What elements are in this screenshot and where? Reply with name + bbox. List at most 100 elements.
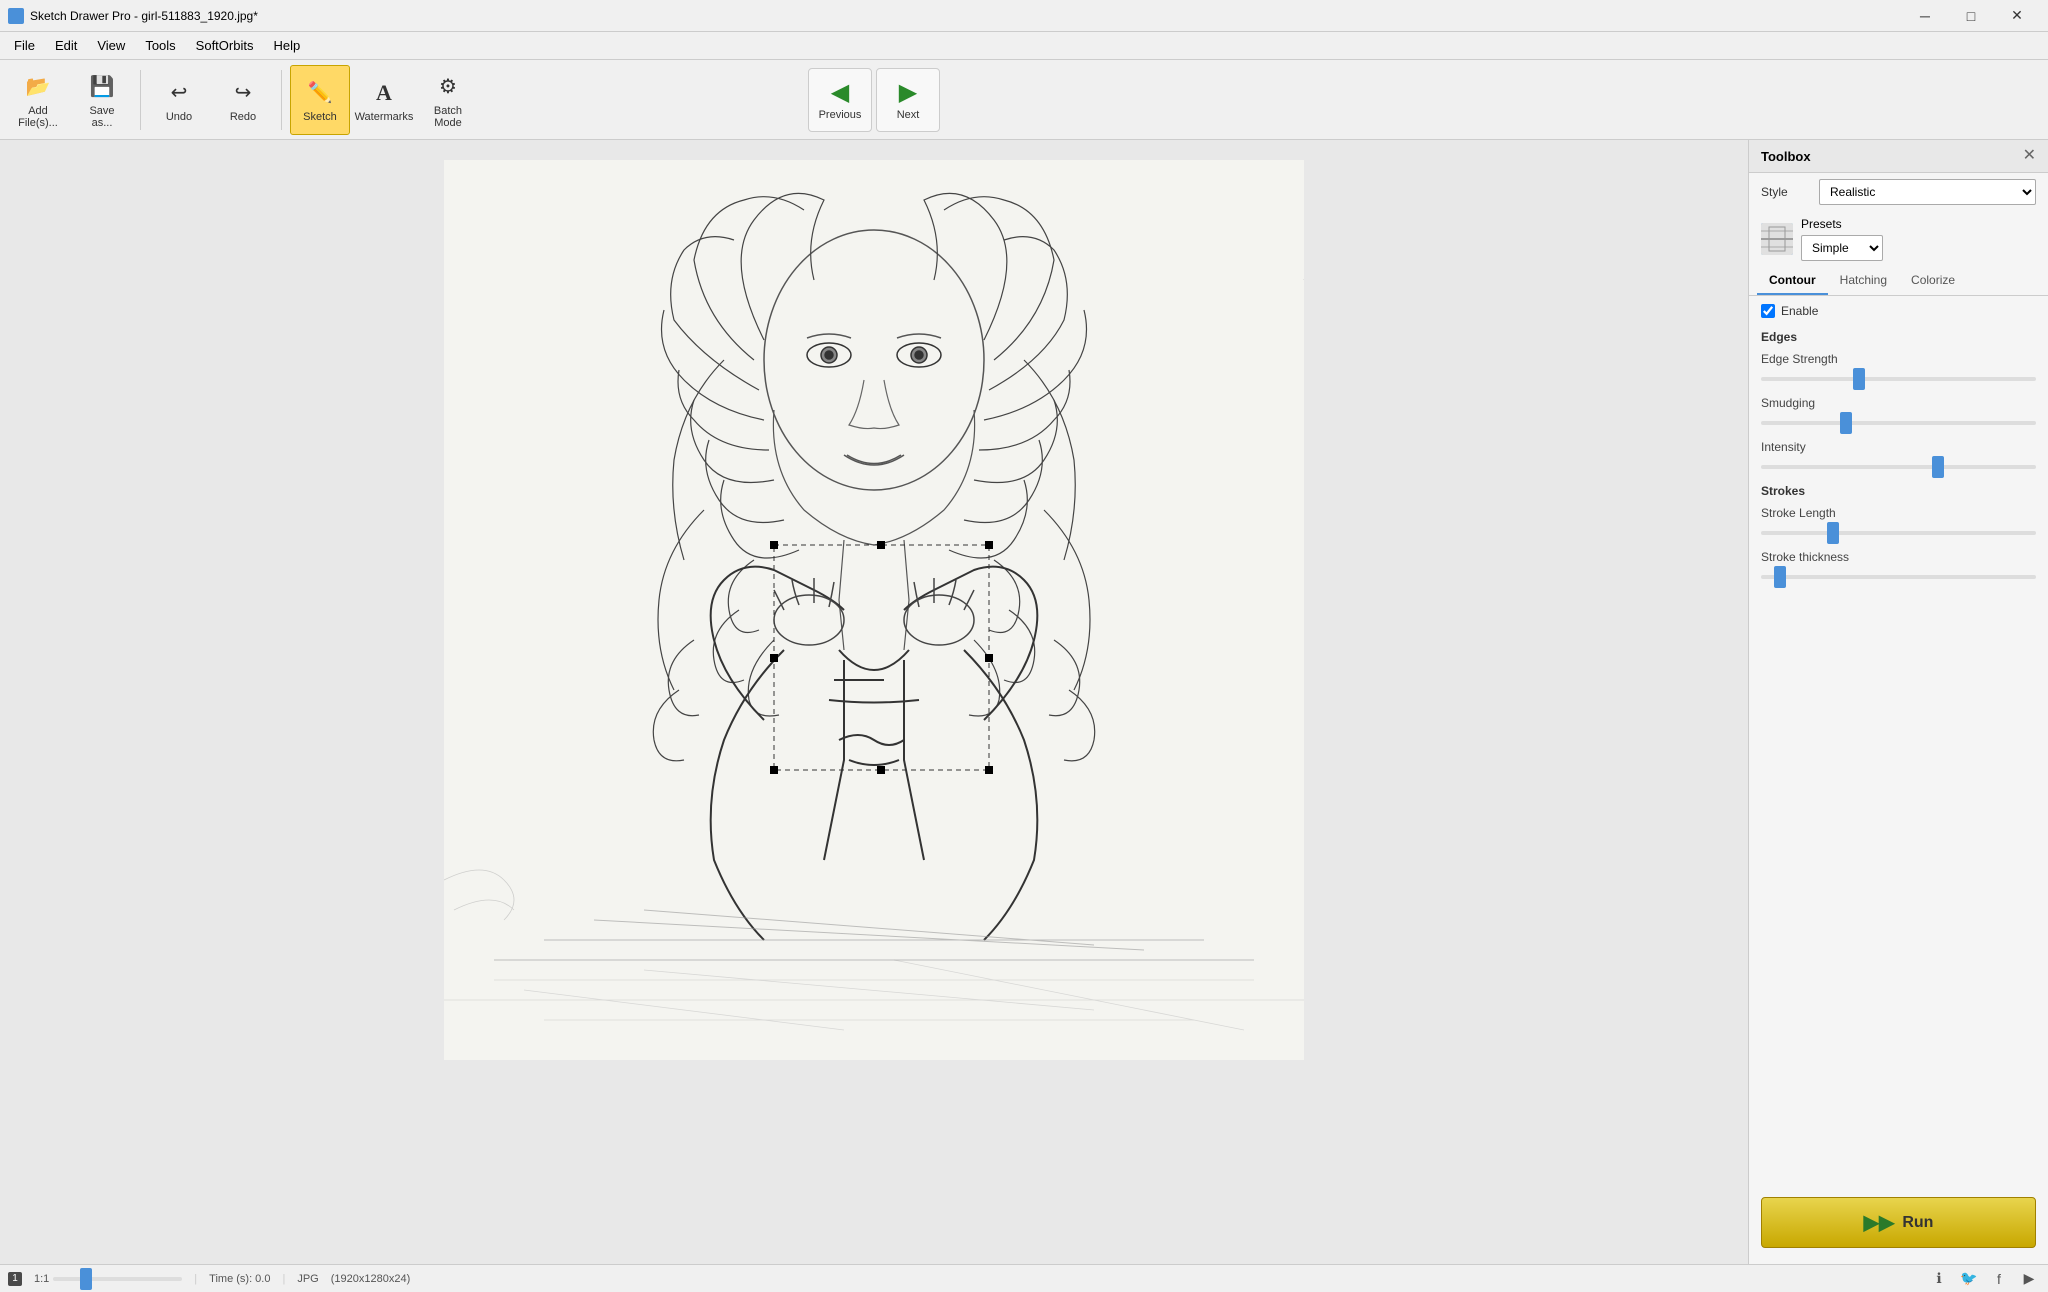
preset-icon: [1761, 223, 1793, 255]
redo-label: Redo: [230, 111, 256, 123]
run-label: Run: [1902, 1214, 1933, 1232]
stroke-thickness-label: Stroke thickness: [1761, 550, 2036, 564]
minimize-button[interactable]: ─: [1902, 0, 1948, 32]
status-indicator: 1: [8, 1272, 22, 1286]
stroke-length-section: Stroke Length: [1749, 502, 2048, 546]
sketch-label: Sketch: [303, 111, 337, 123]
intensity-slider[interactable]: [1761, 465, 2036, 469]
edge-strength-slider[interactable]: [1761, 377, 2036, 381]
stroke-length-slider[interactable]: [1761, 531, 2036, 535]
menu-softorbits[interactable]: SoftOrbits: [186, 34, 264, 57]
status-sep: |: [194, 1273, 197, 1285]
preset-image-icon: [1761, 223, 1793, 255]
add-files-label: Add File(s)...: [18, 105, 58, 129]
add-files-icon: 📂: [22, 71, 54, 103]
canvas-area[interactable]: [0, 140, 1748, 1264]
edges-section-header: Edges: [1749, 326, 2048, 348]
status-right: ℹ 🐦 f ▶: [1928, 1268, 2040, 1290]
window-controls: ─ □ ✕: [1902, 0, 2040, 32]
next-icon: ▶: [899, 78, 917, 107]
sketch-image: [444, 160, 1304, 1060]
main-area: Toolbox ✕ Style Realistic Simple Artisti…: [0, 140, 2048, 1264]
run-icon: ▶▶: [1864, 1210, 1895, 1235]
smudging-slider[interactable]: [1761, 421, 2036, 425]
title-bar: Sketch Drawer Pro - girl-511883_1920.jpg…: [0, 0, 2048, 32]
watermarks-button[interactable]: A Watermarks: [354, 65, 414, 135]
next-button[interactable]: ▶ Next: [876, 68, 940, 132]
undo-button[interactable]: ↩ Undo: [149, 65, 209, 135]
undo-label: Undo: [166, 111, 192, 123]
status-time: Time (s): 0.0: [209, 1273, 270, 1285]
save-as-label: Save as...: [89, 105, 114, 129]
zoom-level: 1:1: [34, 1273, 49, 1285]
zoom-control: 1:1: [34, 1273, 182, 1285]
redo-button[interactable]: ↪ Redo: [213, 65, 273, 135]
maximize-button[interactable]: □: [1948, 0, 1994, 32]
status-dimensions: (1920x1280x24): [331, 1273, 411, 1285]
next-label: Next: [897, 109, 920, 121]
status-sep-2: |: [282, 1273, 285, 1285]
tab-contour[interactable]: Contour: [1757, 267, 1828, 295]
toolbox-title: Toolbox: [1761, 149, 1811, 164]
run-button-container: ▶▶ Run: [1749, 1181, 2048, 1264]
batch-mode-icon: ⚙: [432, 71, 464, 103]
presets-label: Presets: [1801, 217, 2036, 231]
facebook-button[interactable]: f: [1988, 1268, 2010, 1290]
stroke-thickness-section: Stroke thickness: [1749, 546, 2048, 590]
youtube-button[interactable]: ▶: [2018, 1268, 2040, 1290]
intensity-label: Intensity: [1761, 440, 2036, 454]
previous-label: Previous: [819, 109, 862, 121]
nav-area: ◀ Previous ▶ Next: [808, 68, 2040, 132]
watermarks-icon: A: [368, 77, 400, 109]
menu-view[interactable]: View: [87, 34, 135, 57]
menu-file[interactable]: File: [4, 34, 45, 57]
presets-section: Presets Simple Medium Complex: [1749, 211, 2048, 267]
style-select[interactable]: Realistic Simple Artistic: [1819, 179, 2036, 205]
intensity-section: Intensity: [1749, 436, 2048, 480]
toolbox-close-button[interactable]: ✕: [2023, 148, 2036, 164]
window-title: Sketch Drawer Pro - girl-511883_1920.jpg…: [30, 9, 1902, 23]
info-button[interactable]: ℹ: [1928, 1268, 1950, 1290]
add-files-button[interactable]: 📂 Add File(s)...: [8, 65, 68, 135]
toolbar: 📂 Add File(s)... 💾 Save as... ↩ Undo ↪ R…: [0, 60, 2048, 140]
menu-help[interactable]: Help: [263, 34, 310, 57]
zoom-slider[interactable]: [53, 1277, 182, 1281]
style-row: Style Realistic Simple Artistic: [1749, 173, 2048, 211]
redo-icon: ↪: [227, 77, 259, 109]
enable-checkbox[interactable]: [1761, 304, 1775, 318]
sketch-canvas[interactable]: [0, 140, 1748, 1264]
stroke-length-label: Stroke Length: [1761, 506, 2036, 520]
presets-control: Presets Simple Medium Complex: [1801, 217, 2036, 261]
previous-button[interactable]: ◀ Previous: [808, 68, 872, 132]
app-icon: [8, 8, 24, 24]
tabs-row: Contour Hatching Colorize: [1749, 267, 2048, 296]
batch-mode-button[interactable]: ⚙ Batch Mode: [418, 65, 478, 135]
toolbox-spacer: [1749, 590, 2048, 1181]
save-as-icon: 💾: [86, 71, 118, 103]
toolbar-separator-1: [140, 70, 141, 130]
smudging-section: Smudging: [1749, 392, 2048, 436]
sketch-button[interactable]: ✏️ Sketch: [290, 65, 350, 135]
smudging-label: Smudging: [1761, 396, 2036, 410]
tab-colorize[interactable]: Colorize: [1899, 267, 1967, 295]
stroke-thickness-slider[interactable]: [1761, 575, 2036, 579]
close-button[interactable]: ✕: [1994, 0, 2040, 32]
previous-icon: ◀: [831, 78, 849, 107]
style-label: Style: [1761, 185, 1811, 199]
twitter-button[interactable]: 🐦: [1958, 1268, 1980, 1290]
presets-select[interactable]: Simple Medium Complex: [1801, 235, 1883, 261]
enable-label: Enable: [1781, 304, 1818, 318]
toolbox-header: Toolbox ✕: [1749, 140, 2048, 173]
tab-hatching[interactable]: Hatching: [1828, 267, 1899, 295]
menu-edit[interactable]: Edit: [45, 34, 87, 57]
save-as-button[interactable]: 💾 Save as...: [72, 65, 132, 135]
enable-row: Enable: [1749, 296, 2048, 326]
watermarks-label: Watermarks: [355, 111, 414, 123]
edge-strength-label: Edge Strength: [1761, 352, 2036, 366]
menu-tools[interactable]: Tools: [135, 34, 185, 57]
run-button[interactable]: ▶▶ Run: [1761, 1197, 2036, 1248]
undo-icon: ↩: [163, 77, 195, 109]
status-format: JPG: [297, 1273, 318, 1285]
sketch-icon: ✏️: [304, 77, 336, 109]
menu-bar: File Edit View Tools SoftOrbits Help: [0, 32, 2048, 60]
